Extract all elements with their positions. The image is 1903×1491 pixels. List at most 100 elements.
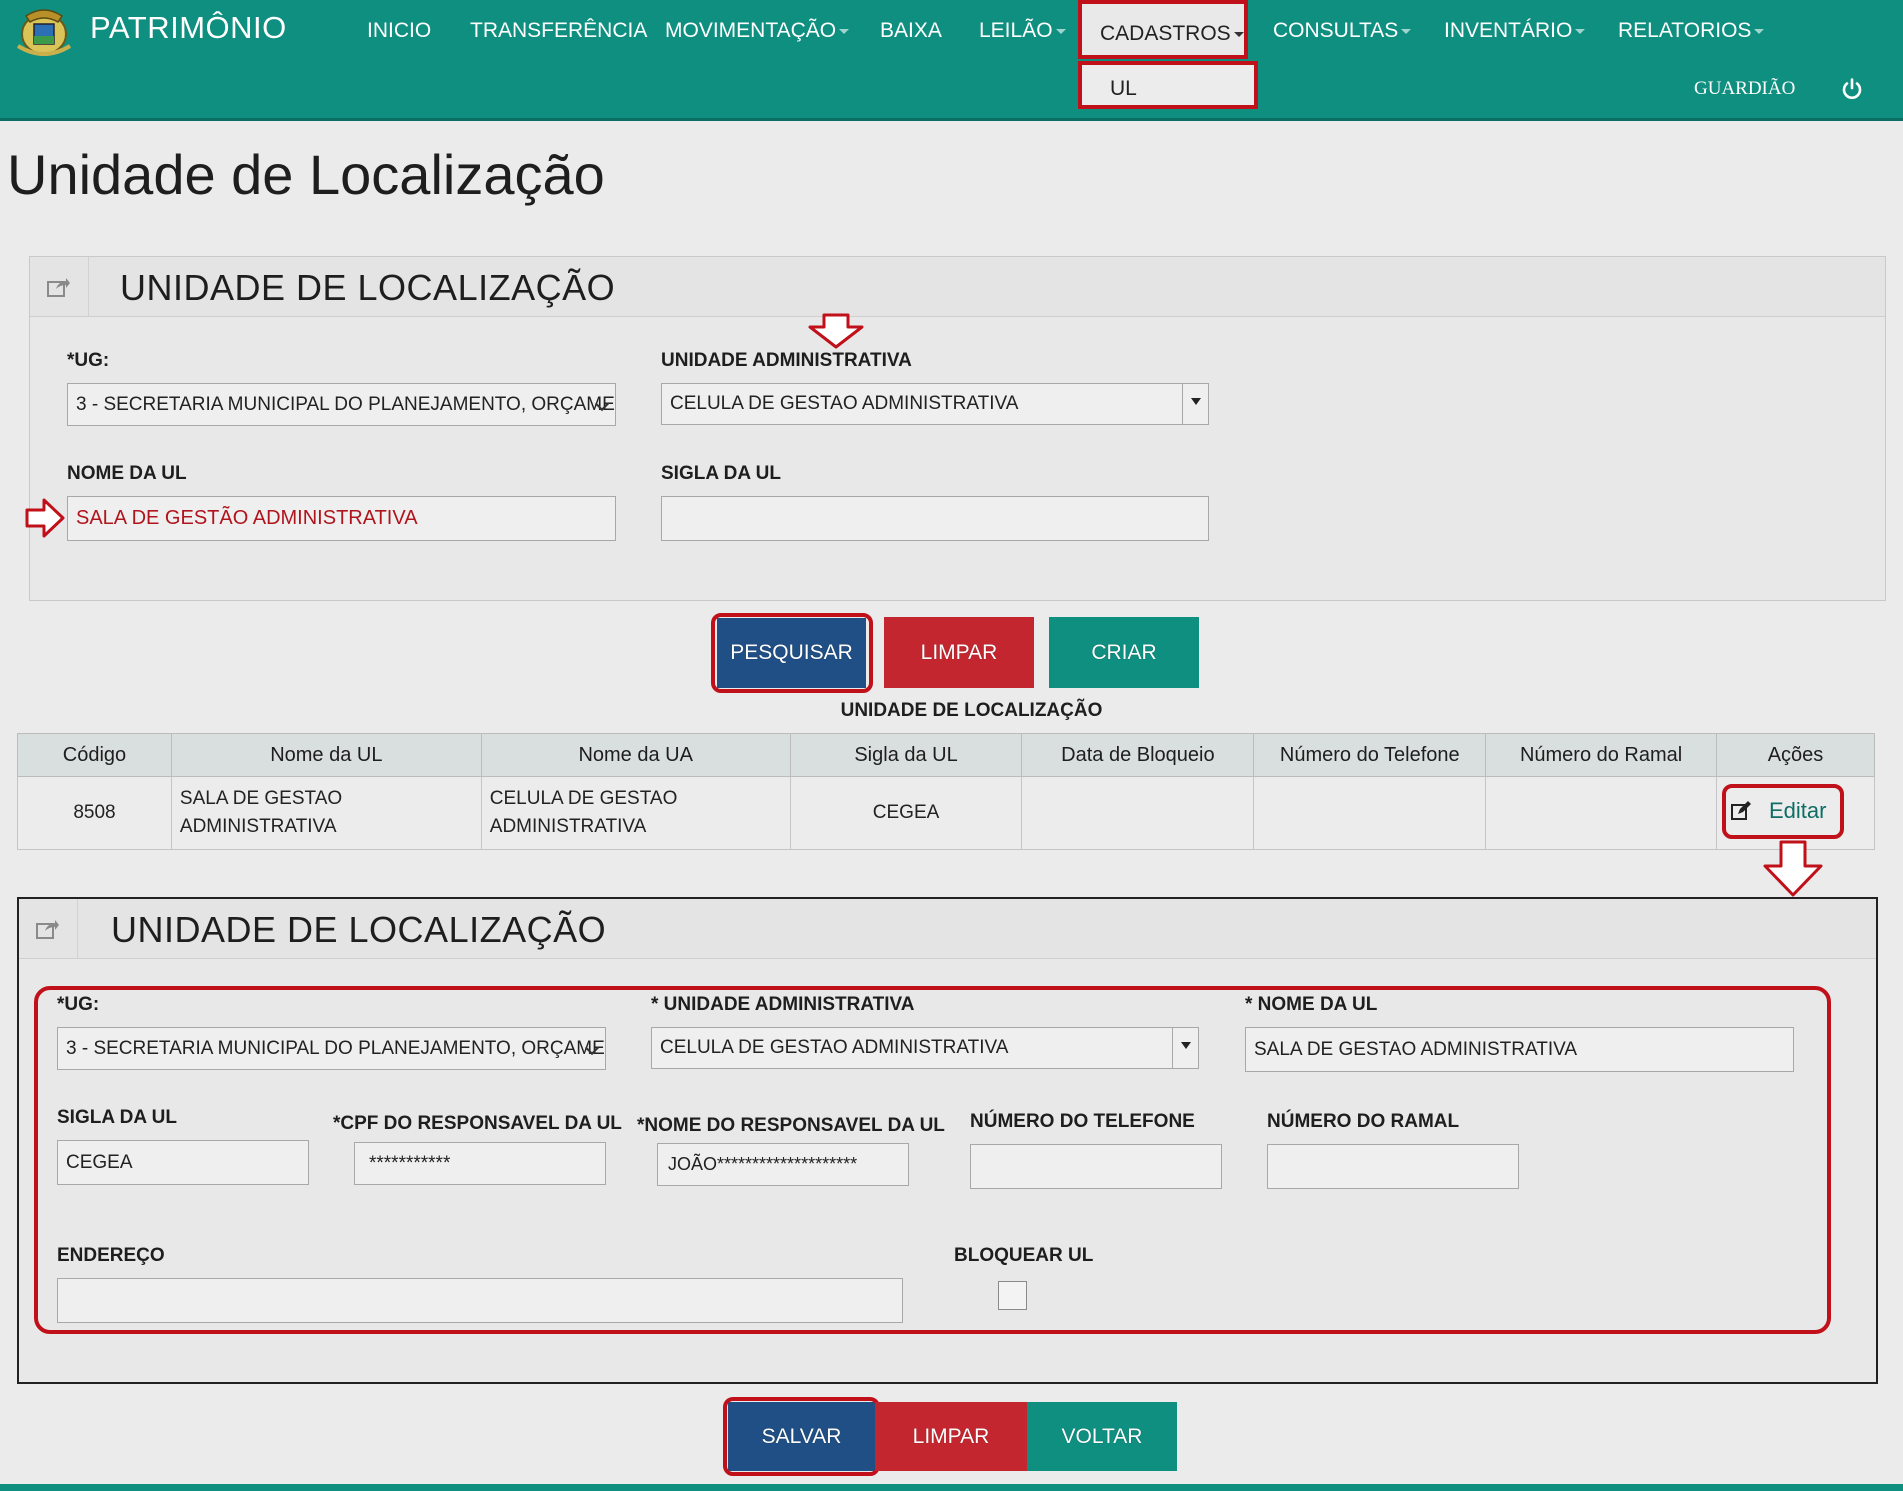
chevron-down-icon <box>1055 28 1066 34</box>
share-icon <box>47 278 70 297</box>
edit-cpf-label: *CPF DO RESPONSAVEL DA UL <box>333 1113 622 1134</box>
nav-leilao-label: LEILÃO <box>979 19 1053 42</box>
dropdown-arrow-icon[interactable] <box>1172 1028 1198 1068</box>
col-telefone[interactable]: Número do Telefone <box>1253 733 1487 777</box>
nav-movimentacao[interactable]: MOVIMENTAÇÃO <box>665 19 850 43</box>
nav-leilao[interactable]: LEILÃO <box>979 19 1066 43</box>
cell-sigla: CEGEA <box>789 776 1023 850</box>
cell-telefone <box>1253 776 1487 850</box>
panel-icon-box <box>30 257 89 316</box>
arrow-down-icon <box>1763 840 1823 897</box>
nav-transferencia[interactable]: TRANSFERÊNCIA <box>470 19 647 43</box>
nav-inicio-label: INICIO <box>367 19 432 42</box>
edit-cpf-input[interactable]: *********** <box>354 1142 606 1185</box>
edit-sigla-input-value: CEGEA <box>66 1151 133 1173</box>
edit-responsavel-input-value: JOÃO******************** <box>668 1154 858 1174</box>
chevron-down-icon <box>1754 28 1765 34</box>
edit-sigla-label: SIGLA DA UL <box>57 1107 177 1128</box>
panel-header: UNIDADE DE LOCALIZAÇÃO <box>19 899 1876 959</box>
dropdown-arrow-icon[interactable] <box>1182 384 1208 424</box>
table-row: 8508 SALA DE GESTAO ADMINISTRATIVA CELUL… <box>17 776 1875 850</box>
user-name[interactable]: GUARDIÃO <box>1694 78 1795 100</box>
criar-button[interactable]: CRIAR <box>1049 617 1199 688</box>
footer-bar <box>0 1484 1903 1491</box>
power-icon[interactable] <box>1840 77 1864 101</box>
col-nome-ua[interactable]: Nome da UA <box>480 733 791 777</box>
panel-icon-box <box>19 899 78 958</box>
coat-of-arms-logo <box>16 9 72 56</box>
limpar-edit-button-label: LIMPAR <box>912 1424 990 1448</box>
highlight-box <box>1722 784 1844 839</box>
nome-ul-input[interactable]: SALA DE GESTÃO ADMINISTRATIVA <box>67 496 616 541</box>
nav-relatorios[interactable]: RELATORIOS <box>1618 19 1765 43</box>
cell-ramal <box>1485 776 1718 850</box>
edit-nome-ul-input[interactable]: SALA DE GESTAO ADMINISTRATIVA <box>1245 1027 1794 1072</box>
chevron-down-icon <box>839 28 850 34</box>
edit-telefone-input[interactable] <box>970 1144 1222 1189</box>
ua-label: UNIDADE ADMINISTRATIVA <box>661 350 912 371</box>
nome-ul-label: NOME DA UL <box>67 463 187 484</box>
nome-ul-input-value: SALA DE GESTÃO ADMINISTRATIVA <box>76 507 418 529</box>
limpar-search-button[interactable]: LIMPAR <box>884 617 1034 688</box>
nav-baixa-label: BAIXA <box>880 19 942 42</box>
ua-combobox[interactable]: CELULA DE GESTAO ADMINISTRATIVA <box>661 383 1209 425</box>
page-title: Unidade de Localização <box>7 143 605 206</box>
nav-inventario[interactable]: INVENTÁRIO <box>1444 19 1586 43</box>
chevron-down-icon <box>1575 28 1586 34</box>
edit-bloquear-label: BLOQUEAR UL <box>954 1245 1094 1266</box>
edit-nome-ul-input-value: SALA DE GESTAO ADMINISTRATIVA <box>1254 1038 1578 1060</box>
nav-transferencia-label: TRANSFERÊNCIA <box>470 19 648 42</box>
app-brand[interactable]: PATRIMÔNIO <box>90 10 287 46</box>
nav-movimentacao-label: MOVIMENTAÇÃO <box>665 19 837 42</box>
dropdown-item-ul[interactable]: UL <box>1078 61 1258 109</box>
nav-inventario-label: INVENTÁRIO <box>1444 19 1573 42</box>
chevron-down-icon <box>1401 28 1412 34</box>
edit-ug-select[interactable]: 3 - SECRETARIA MUNICIPAL DO PLANEJAMENTO… <box>57 1027 606 1070</box>
col-nome-ul[interactable]: Nome da UL <box>170 733 482 777</box>
edit-telefone-label: NÚMERO DO TELEFONE <box>970 1111 1195 1132</box>
limpar-edit-button[interactable]: LIMPAR <box>875 1402 1027 1471</box>
nav-consultas[interactable]: CONSULTAS <box>1273 19 1412 43</box>
col-codigo[interactable]: Código <box>17 733 172 777</box>
voltar-button-label: VOLTAR <box>1061 1424 1143 1448</box>
edit-endereco-label: ENDEREÇO <box>57 1245 165 1266</box>
col-sigla-ul[interactable]: Sigla da UL <box>789 733 1023 777</box>
ug-select[interactable]: 3 - SECRETARIA MUNICIPAL DO PLANEJAMENTO… <box>67 383 616 426</box>
edit-responsavel-input[interactable]: JOÃO******************** <box>657 1143 909 1186</box>
col-ramal[interactable]: Número do Ramal <box>1485 733 1718 777</box>
edit-ramal-input[interactable] <box>1267 1144 1519 1189</box>
col-acoes: Ações <box>1716 733 1875 777</box>
edit-endereco-input[interactable] <box>57 1278 903 1323</box>
edit-ua-combobox-value: CELULA DE GESTAO ADMINISTRATIVA <box>660 1037 1009 1058</box>
arrow-right-icon <box>25 498 65 538</box>
voltar-button[interactable]: VOLTAR <box>1027 1402 1177 1471</box>
panel-header: UNIDADE DE LOCALIZAÇÃO <box>30 257 1885 317</box>
limpar-search-button-label: LIMPAR <box>920 640 998 664</box>
edit-responsavel-label: *NOME DO RESPONSAVEL DA UL <box>637 1115 945 1136</box>
nav-cadastros-label: CADASTROS <box>1100 22 1231 45</box>
arrow-down-icon <box>808 313 864 349</box>
col-data-bloqueio[interactable]: Data de Bloqueio <box>1021 733 1255 777</box>
edit-ug-label: *UG: <box>57 994 100 1015</box>
bloquear-ul-checkbox[interactable] <box>998 1281 1027 1310</box>
dropdown-item-ul-label: UL <box>1110 77 1137 100</box>
edit-ramal-label: NÚMERO DO RAMAL <box>1267 1111 1460 1132</box>
nav-consultas-label: CONSULTAS <box>1273 19 1399 42</box>
edit-ua-combobox[interactable]: CELULA DE GESTAO ADMINISTRATIVA <box>651 1027 1199 1069</box>
ug-label: *UG: <box>67 350 110 371</box>
edit-ug-select-value: 3 - SECRETARIA MUNICIPAL DO PLANEJAMENTO… <box>66 1037 605 1059</box>
nav-baixa[interactable]: BAIXA <box>880 19 942 43</box>
search-panel: UNIDADE DE LOCALIZAÇÃO <box>29 256 1886 601</box>
edit-sigla-input[interactable]: CEGEA <box>57 1140 309 1185</box>
sigla-ul-label: SIGLA DA UL <box>661 463 781 484</box>
chevron-down-icon <box>1233 31 1244 37</box>
table-header-row: Código Nome da UL Nome da UA Sigla da UL… <box>17 733 1875 777</box>
ua-combobox-value: CELULA DE GESTAO ADMINISTRATIVA <box>670 393 1019 414</box>
results-table: Código Nome da UL Nome da UA Sigla da UL… <box>17 733 1875 850</box>
sigla-ul-input[interactable] <box>661 496 1209 541</box>
nav-cadastros[interactable]: CADASTROS <box>1078 0 1248 59</box>
top-navbar: PATRIMÔNIO INICIO TRANSFERÊNCIA MOVIMENT… <box>0 0 1903 121</box>
nav-inicio[interactable]: INICIO <box>367 19 431 43</box>
cell-codigo: 8508 <box>17 776 172 850</box>
panel-title: UNIDADE DE LOCALIZAÇÃO <box>111 909 607 950</box>
